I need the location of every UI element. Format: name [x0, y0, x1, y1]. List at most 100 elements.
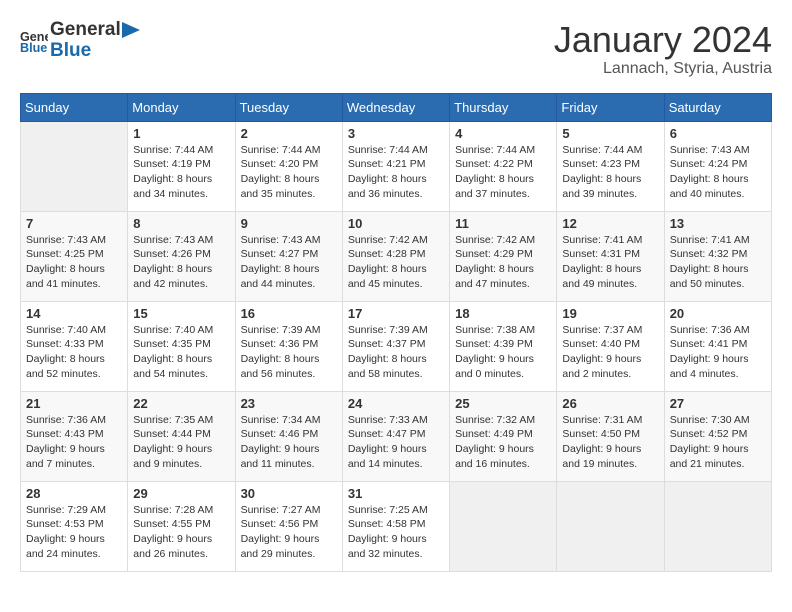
day-number: 19	[562, 306, 658, 321]
day-number: 26	[562, 396, 658, 411]
col-monday: Monday	[128, 93, 235, 121]
day-info: Sunrise: 7:34 AMSunset: 4:46 PMDaylight:…	[241, 413, 337, 472]
table-row: 18 Sunrise: 7:38 AMSunset: 4:39 PMDayligh…	[450, 301, 557, 391]
month-title: January 2024	[554, 20, 772, 60]
day-info: Sunrise: 7:43 AMSunset: 4:25 PMDaylight:…	[26, 233, 122, 292]
page-header: General Blue General Blue January 2024 L…	[20, 20, 772, 78]
day-number: 28	[26, 486, 122, 501]
day-info: Sunrise: 7:42 AMSunset: 4:28 PMDaylight:…	[348, 233, 444, 292]
table-row: 9 Sunrise: 7:43 AMSunset: 4:27 PMDaylight…	[235, 211, 342, 301]
table-row: 23 Sunrise: 7:34 AMSunset: 4:46 PMDayligh…	[235, 391, 342, 481]
table-row: 31Sunrise: 7:25 AMSunset: 4:58 PMDayligh…	[342, 481, 449, 571]
day-number: 7	[26, 216, 122, 231]
day-number: 20	[670, 306, 766, 321]
day-info: Sunrise: 7:31 AMSunset: 4:50 PMDaylight:…	[562, 413, 658, 472]
day-info: Sunrise: 7:44 AMSunset: 4:20 PMDaylight:…	[241, 143, 337, 202]
day-info: Sunrise: 7:41 AMSunset: 4:32 PMDaylight:…	[670, 233, 766, 292]
day-number: 15	[133, 306, 229, 321]
calendar-header-row: Sunday Monday Tuesday Wednesday Thursday…	[21, 93, 772, 121]
day-info: Sunrise: 7:43 AMSunset: 4:24 PMDaylight:…	[670, 143, 766, 202]
table-row: 20Sunrise: 7:36 AMSunset: 4:41 PMDayligh…	[664, 301, 771, 391]
logo: General Blue General Blue	[20, 20, 140, 62]
day-number: 17	[348, 306, 444, 321]
col-tuesday: Tuesday	[235, 93, 342, 121]
day-number: 29	[133, 486, 229, 501]
day-number: 2	[241, 126, 337, 141]
table-row: 6 Sunrise: 7:43 AMSunset: 4:24 PMDaylight…	[664, 121, 771, 211]
day-info: Sunrise: 7:38 AMSunset: 4:39 PMDaylight:…	[455, 323, 551, 382]
day-info: Sunrise: 7:44 AMSunset: 4:23 PMDaylight:…	[562, 143, 658, 202]
calendar-table: Sunday Monday Tuesday Wednesday Thursday…	[20, 93, 772, 572]
table-row: 2 Sunrise: 7:44 AMSunset: 4:20 PMDaylight…	[235, 121, 342, 211]
calendar-week-row: 21 Sunrise: 7:36 AMSunset: 4:43 PMDayligh…	[21, 391, 772, 481]
table-row: 29 Sunrise: 7:28 AMSunset: 4:55 PMDayligh…	[128, 481, 235, 571]
table-row	[557, 481, 664, 571]
day-info: Sunrise: 7:29 AMSunset: 4:53 PMDaylight:…	[26, 503, 122, 562]
day-number: 4	[455, 126, 551, 141]
day-number: 18	[455, 306, 551, 321]
day-number: 24	[348, 396, 444, 411]
day-info: Sunrise: 7:33 AMSunset: 4:47 PMDaylight:…	[348, 413, 444, 472]
table-row: 7 Sunrise: 7:43 AMSunset: 4:25 PMDaylight…	[21, 211, 128, 301]
day-number: 3	[348, 126, 444, 141]
day-number: 5	[562, 126, 658, 141]
table-row	[664, 481, 771, 571]
day-info: Sunrise: 7:30 AMSunset: 4:52 PMDaylight:…	[670, 413, 766, 472]
table-row: 13 Sunrise: 7:41 AMSunset: 4:32 PMDayligh…	[664, 211, 771, 301]
day-info: Sunrise: 7:32 AMSunset: 4:49 PMDaylight:…	[455, 413, 551, 472]
calendar-week-row: 28 Sunrise: 7:29 AMSunset: 4:53 PMDayligh…	[21, 481, 772, 571]
col-friday: Friday	[557, 93, 664, 121]
day-info: Sunrise: 7:43 AMSunset: 4:27 PMDaylight:…	[241, 233, 337, 292]
day-number: 22	[133, 396, 229, 411]
table-row: 22 Sunrise: 7:35 AMSunset: 4:44 PMDayligh…	[128, 391, 235, 481]
day-number: 30	[241, 486, 337, 501]
table-row: 21 Sunrise: 7:36 AMSunset: 4:43 PMDayligh…	[21, 391, 128, 481]
table-row: 28 Sunrise: 7:29 AMSunset: 4:53 PMDayligh…	[21, 481, 128, 571]
day-info: Sunrise: 7:42 AMSunset: 4:29 PMDaylight:…	[455, 233, 551, 292]
col-sunday: Sunday	[21, 93, 128, 121]
day-number: 11	[455, 216, 551, 231]
day-number: 12	[562, 216, 658, 231]
logo-icon: General Blue	[20, 27, 48, 55]
table-row: 3 Sunrise: 7:44 AMSunset: 4:21 PMDaylight…	[342, 121, 449, 211]
day-info: Sunrise: 7:44 AMSunset: 4:19 PMDaylight:…	[133, 143, 229, 202]
logo-blue-text: Blue	[50, 41, 140, 62]
day-info: Sunrise: 7:37 AMSunset: 4:40 PMDaylight:…	[562, 323, 658, 382]
day-info: Sunrise: 7:25 AMSunset: 4:58 PMDaylight:…	[348, 503, 444, 562]
day-number: 21	[26, 396, 122, 411]
table-row	[450, 481, 557, 571]
day-info: Sunrise: 7:35 AMSunset: 4:44 PMDaylight:…	[133, 413, 229, 472]
day-info: Sunrise: 7:44 AMSunset: 4:22 PMDaylight:…	[455, 143, 551, 202]
table-row: 8Sunrise: 7:43 AMSunset: 4:26 PMDaylight…	[128, 211, 235, 301]
day-number: 6	[670, 126, 766, 141]
table-row: 12 Sunrise: 7:41 AMSunset: 4:31 PMDayligh…	[557, 211, 664, 301]
day-number: 9	[241, 216, 337, 231]
table-row: 19 Sunrise: 7:37 AMSunset: 4:40 PMDayligh…	[557, 301, 664, 391]
table-row: 10 Sunrise: 7:42 AMSunset: 4:28 PMDayligh…	[342, 211, 449, 301]
day-number: 10	[348, 216, 444, 231]
col-wednesday: Wednesday	[342, 93, 449, 121]
day-number: 16	[241, 306, 337, 321]
table-row	[21, 121, 128, 211]
col-thursday: Thursday	[450, 93, 557, 121]
day-info: Sunrise: 7:27 AMSunset: 4:56 PMDaylight:…	[241, 503, 337, 562]
table-row: 27Sunrise: 7:30 AMSunset: 4:52 PMDayligh…	[664, 391, 771, 481]
day-info: Sunrise: 7:28 AMSunset: 4:55 PMDaylight:…	[133, 503, 229, 562]
svg-text:Blue: Blue	[20, 41, 47, 55]
calendar-week-row: 1Sunrise: 7:44 AMSunset: 4:19 PMDaylight…	[21, 121, 772, 211]
day-number: 23	[241, 396, 337, 411]
day-info: Sunrise: 7:41 AMSunset: 4:31 PMDaylight:…	[562, 233, 658, 292]
logo-general-text: General	[50, 19, 121, 40]
calendar-week-row: 14 Sunrise: 7:40 AMSunset: 4:33 PMDayligh…	[21, 301, 772, 391]
day-info: Sunrise: 7:40 AMSunset: 4:33 PMDaylight:…	[26, 323, 122, 382]
table-row: 15Sunrise: 7:40 AMSunset: 4:35 PMDayligh…	[128, 301, 235, 391]
day-info: Sunrise: 7:36 AMSunset: 4:43 PMDaylight:…	[26, 413, 122, 472]
day-number: 13	[670, 216, 766, 231]
day-info: Sunrise: 7:44 AMSunset: 4:21 PMDaylight:…	[348, 143, 444, 202]
table-row: 11 Sunrise: 7:42 AMSunset: 4:29 PMDayligh…	[450, 211, 557, 301]
table-row: 26 Sunrise: 7:31 AMSunset: 4:50 PMDayligh…	[557, 391, 664, 481]
day-number: 8	[133, 216, 229, 231]
table-row: 14 Sunrise: 7:40 AMSunset: 4:33 PMDayligh…	[21, 301, 128, 391]
day-number: 14	[26, 306, 122, 321]
table-row: 25Sunrise: 7:32 AMSunset: 4:49 PMDayligh…	[450, 391, 557, 481]
